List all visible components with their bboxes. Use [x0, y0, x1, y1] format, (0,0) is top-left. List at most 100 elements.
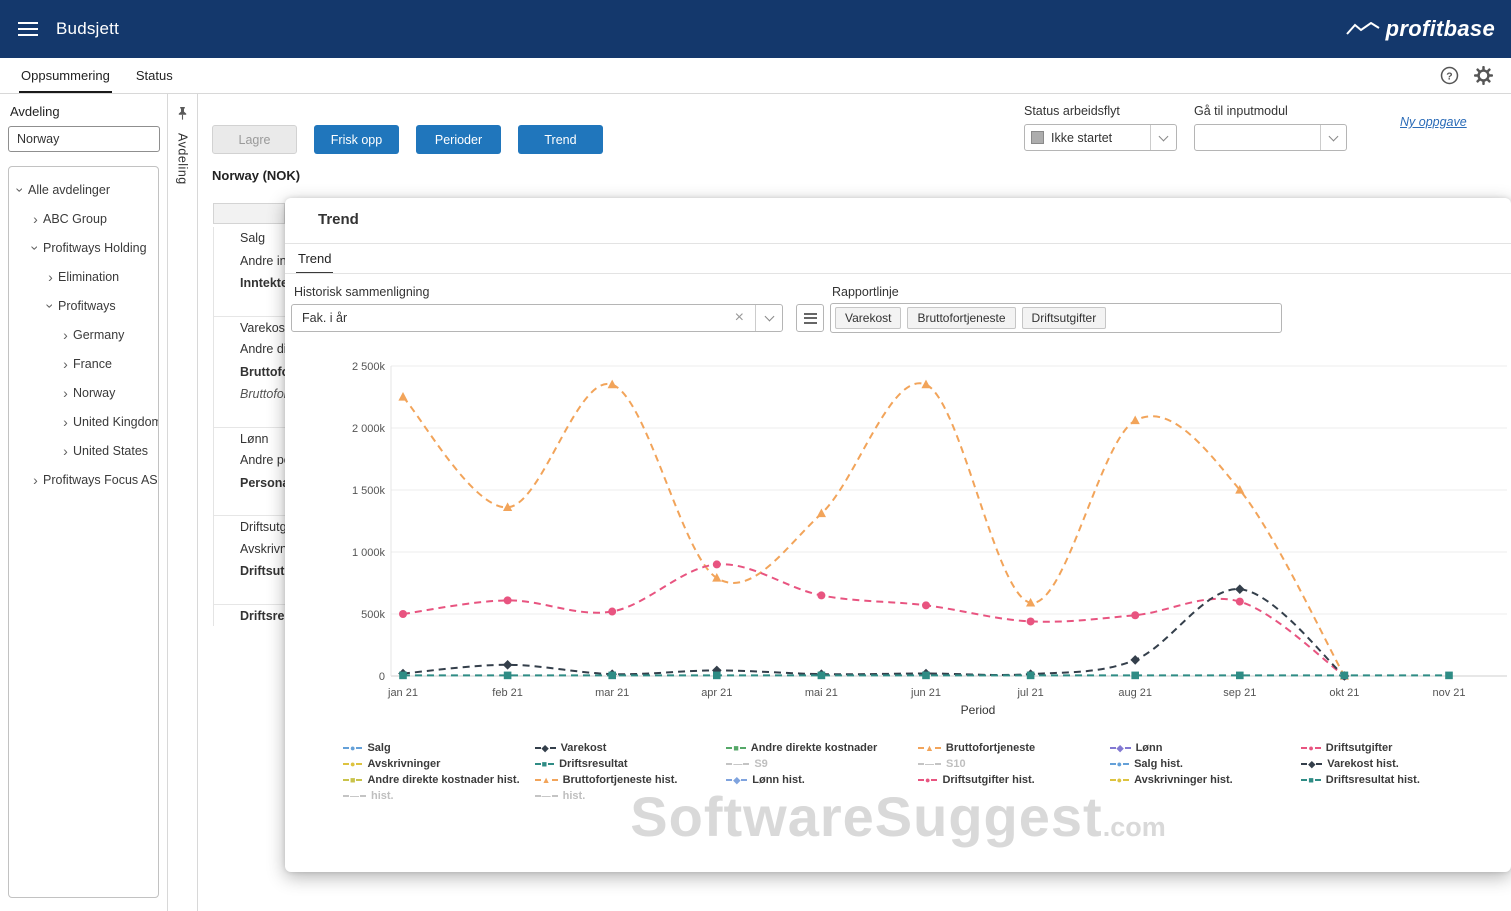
grid-row-label: Lønn	[214, 427, 285, 450]
trend-button[interactable]: Trend	[518, 125, 603, 154]
legend-item-s9[interactable]: —S9	[726, 756, 918, 772]
chevron-right-icon[interactable]: ›	[28, 212, 43, 226]
legend-item-label: hist.	[371, 790, 394, 802]
collapsed-panel-label: Avdeling	[176, 133, 190, 185]
tree-item-abc-group[interactable]: ›ABC Group	[9, 204, 158, 233]
tree-item-profitways-holding[interactable]: ›Profitways Holding	[9, 233, 158, 262]
legend-marker-icon: ▲	[918, 744, 941, 753]
historic-comparison-combobox[interactable]: Fak. i år ×	[291, 304, 783, 332]
svg-text:jul 21: jul 21	[1016, 687, 1043, 699]
svg-text:2 000k: 2 000k	[352, 423, 386, 435]
modal-divider	[285, 243, 1511, 244]
tree-item-label: Germany	[73, 328, 124, 342]
chip-varekost[interactable]: Varekost	[835, 307, 901, 329]
new-task-link[interactable]: Ny oppgave	[1400, 115, 1467, 129]
tab-oppsummering[interactable]: Oppsummering	[19, 58, 112, 93]
legend-item-salg-hist[interactable]: ●Salg hist.	[1110, 756, 1302, 772]
legend-item-avskrivninger[interactable]: ●Avskrivninger	[343, 756, 535, 772]
chevron-right-icon[interactable]: ›	[58, 386, 73, 400]
frisk-opp-button[interactable]: Frisk opp	[314, 125, 399, 154]
legend-marker-icon: ●	[343, 760, 362, 769]
chip-bruttofortjeneste[interactable]: Bruttofortjeneste	[907, 307, 1015, 329]
tree-item-profitways[interactable]: ›Profitways	[9, 291, 158, 320]
legend-item-lønn-hist[interactable]: ◆Lønn hist.	[726, 772, 918, 788]
legend-item-bruttofortjeneste[interactable]: ▲Bruttofortjeneste	[918, 740, 1110, 756]
legend-item-label: Driftsresultat hist.	[1326, 774, 1420, 786]
lagre-button[interactable]: Lagre	[212, 125, 297, 154]
chevron-down-icon[interactable]: ›	[29, 240, 43, 255]
tab-status[interactable]: Status	[134, 58, 175, 93]
tree-item-norway[interactable]: ›Norway	[9, 378, 158, 407]
report-line-chips[interactable]: Varekost Bruttofortjeneste Driftsutgifter	[830, 303, 1282, 333]
svg-text:nov 21: nov 21	[1432, 687, 1465, 699]
chevron-right-icon[interactable]: ›	[58, 328, 73, 342]
help-icon[interactable]: ?	[1440, 66, 1459, 85]
grid-row-label: Driftsut	[214, 560, 285, 583]
legend-item-driftsutgifter-hist[interactable]: ●Driftsutgifter hist.	[918, 772, 1110, 788]
legend-item-driftsutgifter[interactable]: ●Driftsutgifter	[1301, 740, 1493, 756]
department-selector-input[interactable]	[8, 126, 160, 152]
legend-item-driftsresultat-hist[interactable]: ■ Driftsresultat hist.	[1301, 772, 1493, 788]
legend-item-andre-direkte-kostnader-hist[interactable]: ■Andre direkte kostnader hist.	[343, 772, 535, 788]
chevron-right-icon[interactable]: ›	[58, 444, 73, 458]
tree-item-germany[interactable]: ›Germany	[9, 320, 158, 349]
chevron-down-icon[interactable]	[1150, 125, 1176, 150]
legend-marker-icon: ■	[1301, 776, 1320, 785]
chevron-right-icon[interactable]: ›	[28, 473, 43, 487]
chevron-right-icon[interactable]: ›	[43, 270, 58, 284]
legend-marker-icon: ◆	[535, 744, 556, 753]
legend-marker-icon: ●	[918, 776, 937, 785]
legend-item-salg[interactable]: ●Salg	[343, 740, 535, 756]
legend-item-driftsresultat[interactable]: ■Driftsresultat	[535, 756, 727, 772]
tree-item-alle-avdelinger[interactable]: ›Alle avdelinger	[9, 175, 158, 204]
grid-row-label: Varekost	[214, 316, 285, 339]
department-sidebar: Avdeling ›Alle avdelinger›ABC Group›Prof…	[0, 94, 168, 911]
chevron-right-icon[interactable]: ›	[58, 357, 73, 371]
legend-item-varekost[interactable]: ◆Varekost	[535, 740, 727, 756]
tree-item-profitways-focus-as[interactable]: ›Profitways Focus AS	[9, 465, 158, 494]
tree-item-united-states[interactable]: ›United States	[9, 436, 158, 465]
grid-row-label: Salg	[214, 227, 285, 250]
chevron-down-icon[interactable]: ›	[44, 298, 58, 313]
chevron-down-icon[interactable]	[755, 305, 782, 331]
legend-item-label: Bruttofortjeneste hist.	[563, 774, 678, 786]
legend-item-varekost-hist[interactable]: ◆Varekost hist.	[1301, 756, 1493, 772]
legend-item-avskrivninger-hist[interactable]: ●Avskrivninger hist.	[1110, 772, 1302, 788]
chevron-down-icon[interactable]	[1320, 125, 1346, 150]
department-tree: ›Alle avdelinger›ABC Group›Profitways Ho…	[8, 166, 159, 898]
legend-item-hist[interactable]: —hist.	[343, 788, 535, 804]
tree-item-united-kingdom[interactable]: ›United Kingdom	[9, 407, 158, 436]
legend-item-label: Lønn	[1136, 742, 1163, 754]
legend-item-hist[interactable]: —hist.	[535, 788, 727, 804]
region-title: Norway (NOK)	[212, 168, 300, 183]
profitbase-logo: profitbase	[1346, 16, 1495, 42]
legend-marker-icon: ◆	[1110, 744, 1131, 753]
chip-driftsutgifter[interactable]: Driftsutgifter	[1022, 307, 1107, 329]
modal-tab-trend[interactable]: Trend	[296, 251, 333, 274]
chevron-down-icon[interactable]: ›	[14, 182, 28, 197]
chevron-right-icon[interactable]: ›	[58, 415, 73, 429]
legend-item-lønn[interactable]: ◆ Lønn	[1110, 740, 1302, 756]
clear-icon[interactable]: ×	[724, 310, 755, 326]
watermark-suffix: .com	[1103, 812, 1166, 842]
report-line-menu-button[interactable]	[796, 304, 824, 332]
legend-item-label: Lønn hist.	[752, 774, 805, 786]
legend-item-s10[interactable]: —S10	[918, 756, 1110, 772]
legend-item-bruttofortjeneste-hist[interactable]: ▲ Bruttofortjeneste hist.	[535, 772, 727, 788]
pin-icon[interactable]	[176, 106, 189, 121]
chart-legend: ●Salg◆Varekost■Andre direkte kostnader▲B…	[343, 740, 1493, 804]
report-grid-header-cell	[213, 203, 285, 224]
tree-item-elimination[interactable]: ›Elimination	[9, 262, 158, 291]
legend-marker-icon: ▲	[535, 776, 558, 785]
legend-marker-icon: —	[918, 760, 941, 769]
goto-input-dropdown[interactable]	[1194, 124, 1347, 151]
hamburger-menu-icon[interactable]	[18, 22, 38, 36]
legend-item-andre-direkte-kostnader[interactable]: ■Andre direkte kostnader	[726, 740, 918, 756]
workflow-status-dropdown[interactable]: Ikke startet	[1024, 124, 1177, 151]
trend-modal: Trend Trend Historisk sammenligning Fak.…	[285, 198, 1511, 872]
perioder-button[interactable]: Perioder	[416, 125, 501, 154]
settings-gear-icon[interactable]	[1474, 66, 1493, 85]
tree-item-france[interactable]: ›France	[9, 349, 158, 378]
legend-marker-icon: ●	[1110, 776, 1129, 785]
collapsed-panel-strip[interactable]: Avdeling	[168, 94, 198, 911]
